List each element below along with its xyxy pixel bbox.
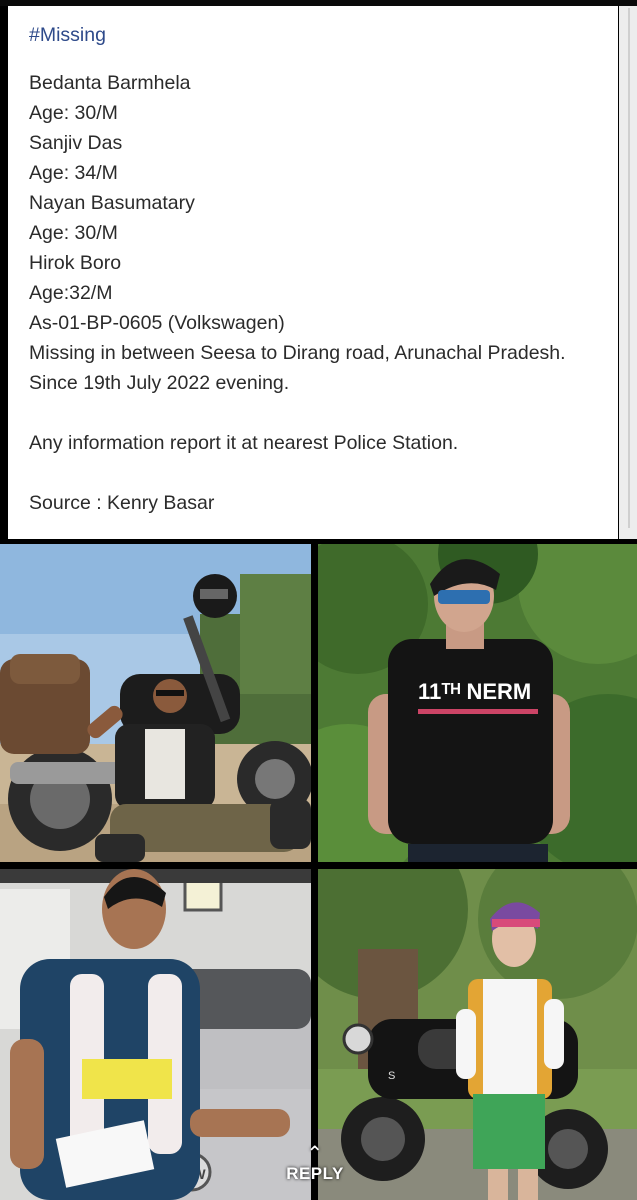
photo-man-on-motorcycle[interactable] (0, 544, 311, 862)
photo-grid: 11ᵀᴴ NERM VW (0, 539, 637, 1200)
person-2-age: Age: 34/M (29, 162, 118, 184)
scrollbar-thumb[interactable] (628, 8, 630, 528)
person-4-name: Hirok Boro (29, 252, 122, 274)
shirt-print: 11ᵀᴴ NERM (418, 679, 531, 704)
photo-man-traditional-dress-motorcycle[interactable]: S (318, 869, 637, 1200)
person-2-name: Sanjiv Das (29, 132, 123, 154)
vehicle-registration: As-01-BP-0605 (Volkswagen) (29, 312, 285, 334)
reply-label: REPLY (286, 1164, 344, 1183)
post-text-card: #Missing Bedanta Barmhela Age: 30/M Sanj… (8, 6, 618, 539)
source-credit: Source : Kenry Basar (29, 492, 215, 514)
appeal-text: Any information report it at nearest Pol… (29, 432, 459, 454)
missing-location: Missing in between Seesa to Dirang road,… (29, 342, 566, 394)
person-3-name: Nayan Basumatary (29, 192, 195, 214)
person-1-age: Age: 30/M (29, 102, 118, 124)
person-4-age: Age:32/M (29, 282, 113, 304)
person-1-name: Bedanta Barmhela (29, 72, 191, 94)
photo-man-with-scarf-and-car[interactable]: VW (0, 869, 311, 1200)
up-arrow-icon: ⌃ (306, 1143, 324, 1165)
plate-text: S (388, 1070, 395, 1082)
hashtag-missing[interactable]: #Missing (29, 20, 618, 68)
reply-button[interactable]: ⌃ REPLY (270, 1144, 360, 1196)
person-3-age: Age: 30/M (29, 222, 118, 244)
photo-man-black-tshirt[interactable]: 11ᵀᴴ NERM (318, 544, 637, 862)
